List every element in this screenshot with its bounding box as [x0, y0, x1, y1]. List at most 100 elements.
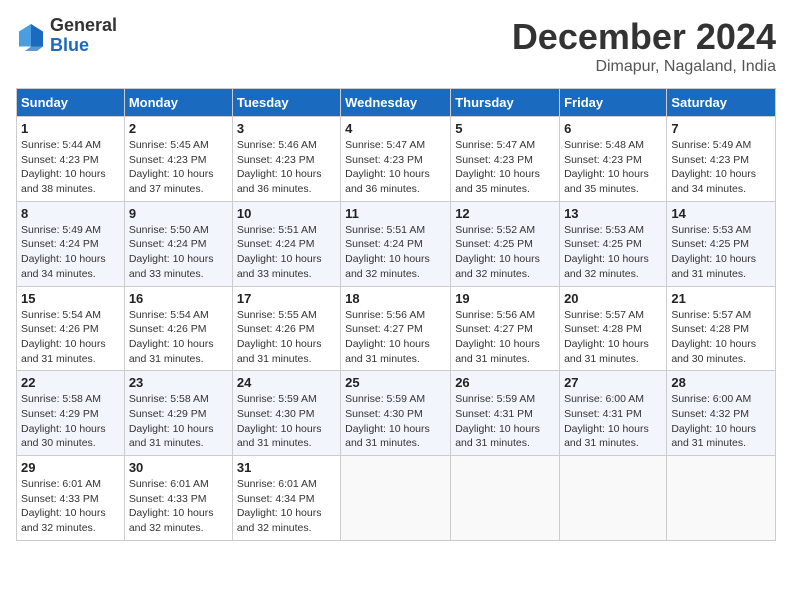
calendar-cell: 12 Sunrise: 5:52 AM Sunset: 4:25 PM Dayl…: [451, 201, 560, 286]
day-info: Sunrise: 6:01 AM Sunset: 4:33 PM Dayligh…: [129, 477, 228, 536]
calendar-cell: 5 Sunrise: 5:47 AM Sunset: 4:23 PM Dayli…: [451, 117, 560, 202]
day-header-monday: Monday: [124, 89, 232, 117]
day-info: Sunrise: 5:57 AM Sunset: 4:28 PM Dayligh…: [564, 308, 662, 367]
calendar-cell: 18 Sunrise: 5:56 AM Sunset: 4:27 PM Dayl…: [341, 286, 451, 371]
day-info: Sunrise: 5:50 AM Sunset: 4:24 PM Dayligh…: [129, 223, 228, 282]
day-number: 28: [671, 375, 771, 390]
day-number: 10: [237, 206, 336, 221]
calendar-cell: [451, 456, 560, 541]
day-info: Sunrise: 5:59 AM Sunset: 4:30 PM Dayligh…: [345, 392, 446, 451]
day-number: 17: [237, 291, 336, 306]
day-number: 5: [455, 121, 555, 136]
calendar-cell: 27 Sunrise: 6:00 AM Sunset: 4:31 PM Dayl…: [560, 371, 667, 456]
day-number: 25: [345, 375, 446, 390]
calendar-cell: [560, 456, 667, 541]
calendar-cell: 10 Sunrise: 5:51 AM Sunset: 4:24 PM Dayl…: [232, 201, 340, 286]
day-header-saturday: Saturday: [667, 89, 776, 117]
calendar-cell: 8 Sunrise: 5:49 AM Sunset: 4:24 PM Dayli…: [17, 201, 125, 286]
day-number: 30: [129, 460, 228, 475]
logo-icon: [16, 21, 46, 51]
calendar-cell: 11 Sunrise: 5:51 AM Sunset: 4:24 PM Dayl…: [341, 201, 451, 286]
day-number: 8: [21, 206, 120, 221]
day-number: 26: [455, 375, 555, 390]
day-info: Sunrise: 5:58 AM Sunset: 4:29 PM Dayligh…: [21, 392, 120, 451]
day-number: 9: [129, 206, 228, 221]
day-info: Sunrise: 5:59 AM Sunset: 4:30 PM Dayligh…: [237, 392, 336, 451]
calendar-cell: 14 Sunrise: 5:53 AM Sunset: 4:25 PM Dayl…: [667, 201, 776, 286]
day-number: 14: [671, 206, 771, 221]
title-block: December 2024 Dimapur, Nagaland, India: [512, 16, 776, 76]
day-number: 15: [21, 291, 120, 306]
calendar-cell: 23 Sunrise: 5:58 AM Sunset: 4:29 PM Dayl…: [124, 371, 232, 456]
calendar-cell: 4 Sunrise: 5:47 AM Sunset: 4:23 PM Dayli…: [341, 117, 451, 202]
day-header-sunday: Sunday: [17, 89, 125, 117]
day-info: Sunrise: 5:44 AM Sunset: 4:23 PM Dayligh…: [21, 138, 120, 197]
calendar-week-row: 1 Sunrise: 5:44 AM Sunset: 4:23 PM Dayli…: [17, 117, 776, 202]
day-number: 13: [564, 206, 662, 221]
day-info: Sunrise: 5:54 AM Sunset: 4:26 PM Dayligh…: [21, 308, 120, 367]
day-info: Sunrise: 5:52 AM Sunset: 4:25 PM Dayligh…: [455, 223, 555, 282]
day-number: 23: [129, 375, 228, 390]
day-number: 20: [564, 291, 662, 306]
day-info: Sunrise: 5:47 AM Sunset: 4:23 PM Dayligh…: [345, 138, 446, 197]
day-info: Sunrise: 5:49 AM Sunset: 4:24 PM Dayligh…: [21, 223, 120, 282]
logo-blue: Blue: [50, 36, 117, 56]
calendar-week-row: 29 Sunrise: 6:01 AM Sunset: 4:33 PM Dayl…: [17, 456, 776, 541]
day-info: Sunrise: 5:46 AM Sunset: 4:23 PM Dayligh…: [237, 138, 336, 197]
logo-general: General: [50, 16, 117, 36]
logo: General Blue: [16, 16, 117, 56]
calendar-cell: 7 Sunrise: 5:49 AM Sunset: 4:23 PM Dayli…: [667, 117, 776, 202]
day-info: Sunrise: 5:59 AM Sunset: 4:31 PM Dayligh…: [455, 392, 555, 451]
day-number: 7: [671, 121, 771, 136]
calendar-week-row: 8 Sunrise: 5:49 AM Sunset: 4:24 PM Dayli…: [17, 201, 776, 286]
day-number: 27: [564, 375, 662, 390]
day-info: Sunrise: 6:00 AM Sunset: 4:32 PM Dayligh…: [671, 392, 771, 451]
calendar-cell: 1 Sunrise: 5:44 AM Sunset: 4:23 PM Dayli…: [17, 117, 125, 202]
day-number: 2: [129, 121, 228, 136]
calendar-cell: 15 Sunrise: 5:54 AM Sunset: 4:26 PM Dayl…: [17, 286, 125, 371]
calendar-cell: 26 Sunrise: 5:59 AM Sunset: 4:31 PM Dayl…: [451, 371, 560, 456]
day-number: 3: [237, 121, 336, 136]
calendar-week-row: 22 Sunrise: 5:58 AM Sunset: 4:29 PM Dayl…: [17, 371, 776, 456]
calendar-cell: 25 Sunrise: 5:59 AM Sunset: 4:30 PM Dayl…: [341, 371, 451, 456]
calendar-header-row: SundayMondayTuesdayWednesdayThursdayFrid…: [17, 89, 776, 117]
day-info: Sunrise: 6:01 AM Sunset: 4:33 PM Dayligh…: [21, 477, 120, 536]
day-info: Sunrise: 5:56 AM Sunset: 4:27 PM Dayligh…: [345, 308, 446, 367]
calendar-cell: 28 Sunrise: 6:00 AM Sunset: 4:32 PM Dayl…: [667, 371, 776, 456]
day-info: Sunrise: 5:53 AM Sunset: 4:25 PM Dayligh…: [671, 223, 771, 282]
day-header-tuesday: Tuesday: [232, 89, 340, 117]
calendar-cell: 17 Sunrise: 5:55 AM Sunset: 4:26 PM Dayl…: [232, 286, 340, 371]
calendar-cell: 20 Sunrise: 5:57 AM Sunset: 4:28 PM Dayl…: [560, 286, 667, 371]
day-number: 1: [21, 121, 120, 136]
day-number: 4: [345, 121, 446, 136]
calendar-cell: [341, 456, 451, 541]
day-header-thursday: Thursday: [451, 89, 560, 117]
calendar-cell: 30 Sunrise: 6:01 AM Sunset: 4:33 PM Dayl…: [124, 456, 232, 541]
day-number: 6: [564, 121, 662, 136]
calendar-cell: 3 Sunrise: 5:46 AM Sunset: 4:23 PM Dayli…: [232, 117, 340, 202]
day-info: Sunrise: 5:48 AM Sunset: 4:23 PM Dayligh…: [564, 138, 662, 197]
day-info: Sunrise: 5:53 AM Sunset: 4:25 PM Dayligh…: [564, 223, 662, 282]
calendar-cell: 6 Sunrise: 5:48 AM Sunset: 4:23 PM Dayli…: [560, 117, 667, 202]
day-number: 16: [129, 291, 228, 306]
logo-text: General Blue: [50, 16, 117, 56]
calendar-cell: 13 Sunrise: 5:53 AM Sunset: 4:25 PM Dayl…: [560, 201, 667, 286]
day-number: 29: [21, 460, 120, 475]
day-number: 31: [237, 460, 336, 475]
calendar-cell: 31 Sunrise: 6:01 AM Sunset: 4:34 PM Dayl…: [232, 456, 340, 541]
day-number: 22: [21, 375, 120, 390]
calendar-cell: 29 Sunrise: 6:01 AM Sunset: 4:33 PM Dayl…: [17, 456, 125, 541]
day-info: Sunrise: 5:51 AM Sunset: 4:24 PM Dayligh…: [345, 223, 446, 282]
calendar-cell: 9 Sunrise: 5:50 AM Sunset: 4:24 PM Dayli…: [124, 201, 232, 286]
page-header: General Blue December 2024 Dimapur, Naga…: [16, 16, 776, 76]
day-info: Sunrise: 5:56 AM Sunset: 4:27 PM Dayligh…: [455, 308, 555, 367]
day-info: Sunrise: 5:45 AM Sunset: 4:23 PM Dayligh…: [129, 138, 228, 197]
day-number: 18: [345, 291, 446, 306]
month-title: December 2024: [512, 16, 776, 58]
day-header-wednesday: Wednesday: [341, 89, 451, 117]
day-info: Sunrise: 5:47 AM Sunset: 4:23 PM Dayligh…: [455, 138, 555, 197]
day-info: Sunrise: 6:01 AM Sunset: 4:34 PM Dayligh…: [237, 477, 336, 536]
day-info: Sunrise: 5:54 AM Sunset: 4:26 PM Dayligh…: [129, 308, 228, 367]
day-number: 12: [455, 206, 555, 221]
day-info: Sunrise: 5:51 AM Sunset: 4:24 PM Dayligh…: [237, 223, 336, 282]
